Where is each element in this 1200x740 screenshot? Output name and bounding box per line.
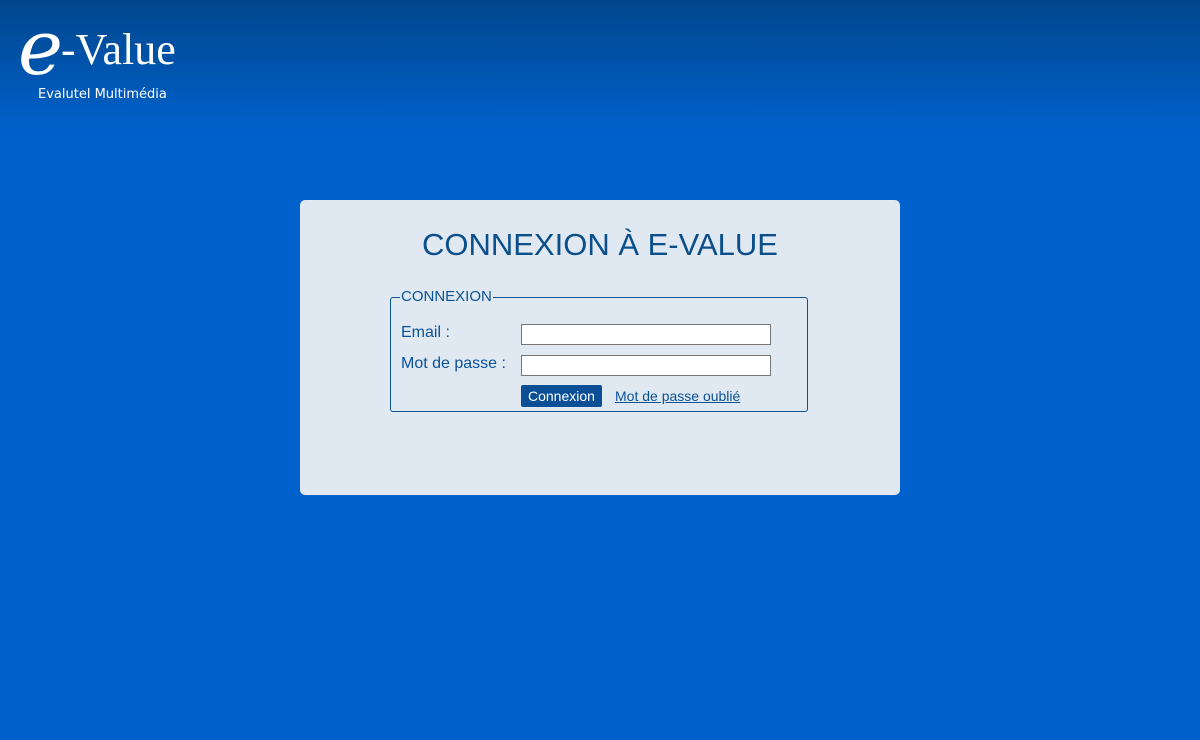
- email-label: Email :: [401, 324, 450, 341]
- login-card: CONNEXION À E-VALUE CONNEXION Email : Mo…: [300, 200, 900, 495]
- page-title: CONNEXION À E-VALUE: [421, 227, 778, 262]
- email-input[interactable]: [521, 324, 771, 345]
- logo-tagline: Evalutel Multimédia: [38, 87, 167, 102]
- logo-e-letter: e: [18, 3, 63, 92]
- evalue-logo: e-Value Evalutel Multimédia: [18, 10, 218, 110]
- login-button[interactable]: Connexion: [521, 385, 602, 407]
- password-input[interactable]: [521, 355, 771, 376]
- logo-value-text: -Value: [60, 25, 176, 74]
- forgot-password-link[interactable]: Mot de passe oublié: [615, 388, 740, 404]
- fieldset-legend: CONNEXION: [401, 288, 492, 305]
- logo-mark: e-Value: [18, 10, 176, 86]
- login-fieldset: CONNEXION Email : Mot de passe : Connexi…: [390, 289, 808, 412]
- password-label: Mot de passe :: [401, 355, 506, 372]
